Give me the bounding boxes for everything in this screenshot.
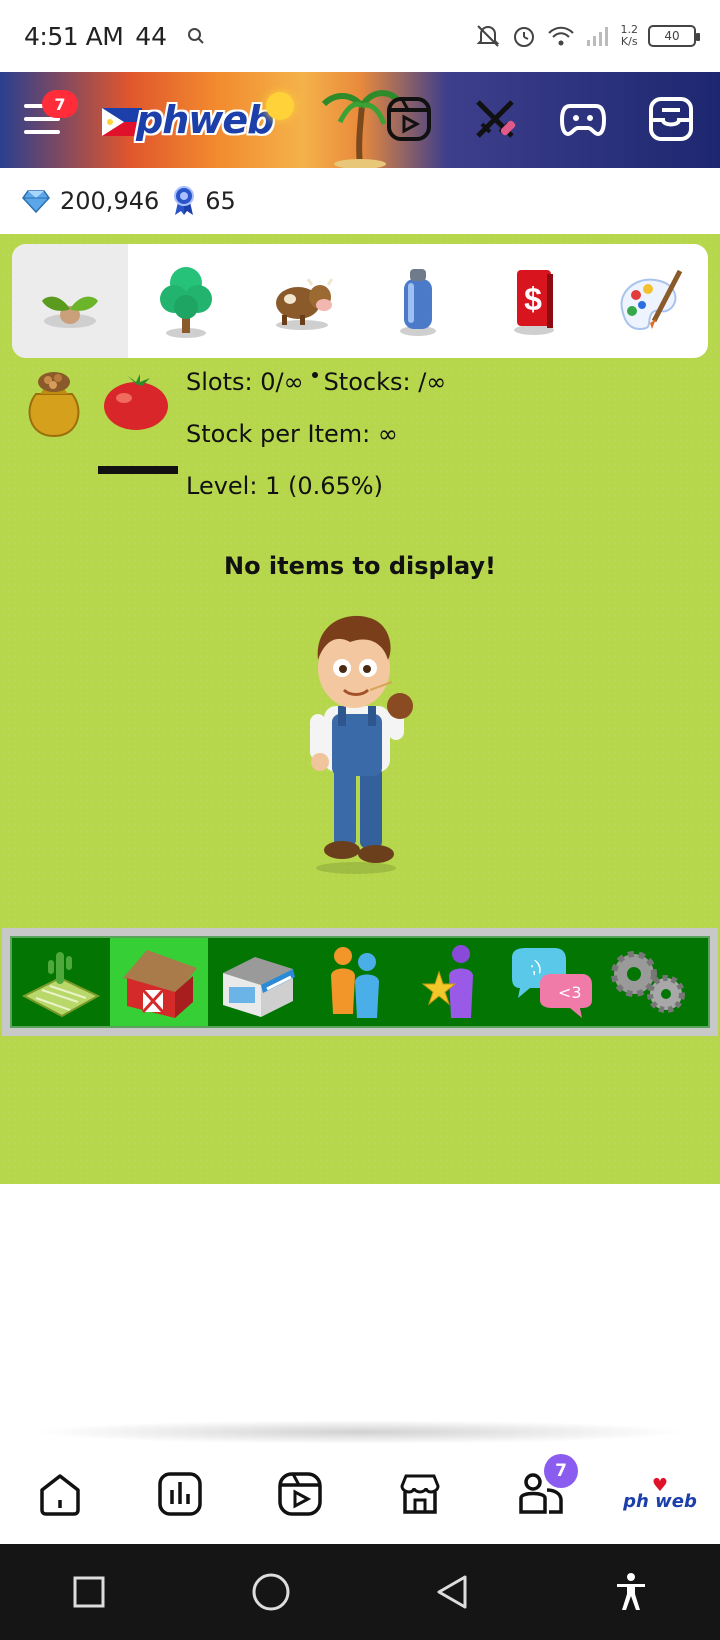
app-header: 7 phweb bbox=[0, 72, 720, 168]
friends-badge: 7 bbox=[544, 1454, 578, 1488]
status-time: 4:51 AM bbox=[24, 21, 124, 51]
signal-icon bbox=[586, 27, 608, 46]
ribbon-icon bbox=[174, 186, 195, 215]
sprout-icon bbox=[42, 296, 98, 328]
battery-level: 40 bbox=[664, 29, 680, 43]
cow-icon bbox=[276, 278, 334, 330]
swords-icon[interactable] bbox=[470, 94, 520, 144]
game-menu-barn[interactable] bbox=[110, 938, 208, 1026]
reels-icon bbox=[278, 1472, 322, 1516]
back-button[interactable] bbox=[435, 1574, 469, 1610]
people-icon bbox=[331, 947, 379, 1018]
stocks-text: Stocks: /∞ bbox=[323, 368, 447, 396]
diamond-icon bbox=[22, 190, 50, 213]
shop-icon bbox=[223, 957, 295, 1017]
alarm-icon bbox=[513, 27, 534, 47]
nav-phweb[interactable]: ♥ ph web bbox=[620, 1454, 700, 1534]
nav-reels[interactable] bbox=[260, 1454, 340, 1534]
accessibility-button[interactable] bbox=[614, 1572, 648, 1612]
search-status-icon bbox=[188, 28, 204, 44]
wifi-icon bbox=[547, 26, 574, 46]
currency-row: 200,946 65 bbox=[0, 168, 720, 234]
store-icon bbox=[400, 1474, 440, 1514]
game-menu-chat[interactable]: ;) <3 bbox=[502, 938, 600, 1026]
barn-icon bbox=[123, 950, 197, 1018]
status-extra: 44 bbox=[135, 21, 168, 51]
home-icon bbox=[40, 1474, 80, 1516]
system-nav-bar bbox=[0, 1544, 720, 1640]
farmer-character bbox=[310, 615, 413, 874]
tree-icon bbox=[160, 267, 212, 338]
dollar-card-icon: $ bbox=[514, 270, 554, 335]
svg-text:<3: <3 bbox=[558, 983, 582, 1002]
phweb-mini-logo: ♥ ph web bbox=[623, 1475, 697, 1512]
game-menu-market[interactable] bbox=[208, 938, 306, 1026]
seed-bag-icon bbox=[28, 372, 80, 438]
tomato-item-icon[interactable] bbox=[102, 370, 170, 432]
game-area: $ Slots: 0/∞ Stocks: /∞ Stock per Item: ∞… bbox=[0, 234, 720, 1184]
tab-supplies[interactable] bbox=[360, 244, 476, 358]
home-button[interactable] bbox=[251, 1572, 291, 1612]
level-text: Level: 1 (0.65%) bbox=[186, 472, 383, 500]
slots-text: Slots: 0/∞ bbox=[186, 368, 304, 396]
gears-icon bbox=[611, 951, 685, 1013]
net-speed-unit: K/s bbox=[620, 35, 638, 48]
category-tabs: $ bbox=[12, 244, 708, 358]
stats-icon bbox=[158, 1472, 202, 1516]
net-speed: 1.2 K/s bbox=[621, 24, 639, 48]
empty-message: No items to display! bbox=[223, 552, 496, 580]
menu-badge: 7 bbox=[42, 90, 78, 118]
slots-info: Slots: 0/∞ Stocks: /∞ bbox=[186, 368, 446, 396]
battery-icon: 40 bbox=[648, 25, 700, 47]
reels-icon[interactable] bbox=[384, 94, 434, 144]
canister-icon bbox=[400, 269, 436, 336]
game-menu-neighbors[interactable] bbox=[306, 938, 404, 1026]
game-menu: ;) <3 bbox=[2, 928, 718, 1036]
star-person-icon bbox=[421, 945, 473, 1018]
tab-seeds[interactable] bbox=[12, 244, 128, 358]
nav-shadow bbox=[30, 1420, 690, 1444]
tab-decorations[interactable] bbox=[592, 244, 708, 358]
bottom-nav: 7 ♥ ph web bbox=[0, 1444, 720, 1544]
selected-item-indicator bbox=[98, 466, 178, 474]
svg-text:$: $ bbox=[524, 281, 542, 317]
nav-friends[interactable]: 7 bbox=[500, 1454, 580, 1534]
ribbon-count: 65 bbox=[205, 187, 236, 215]
farm-field-icon bbox=[21, 952, 101, 1018]
game-menu-farm[interactable] bbox=[12, 938, 110, 1026]
nav-shop[interactable] bbox=[380, 1454, 460, 1534]
recents-button[interactable] bbox=[72, 1575, 106, 1609]
game-controller-icon[interactable] bbox=[558, 94, 608, 144]
stock-per-item-text: Stock per Item: ∞ bbox=[186, 420, 398, 448]
chat-bubbles-icon: ;)<3 bbox=[512, 948, 592, 1018]
nav-stats[interactable] bbox=[140, 1454, 220, 1534]
mini-logo-text: ph web bbox=[623, 1491, 697, 1512]
tab-trees[interactable] bbox=[128, 244, 244, 358]
status-bar: 4:51 AM 44 1.2 K/s 40 bbox=[0, 0, 720, 72]
logo-text: phweb bbox=[136, 98, 274, 142]
tab-cash[interactable]: $ bbox=[476, 244, 592, 358]
inbox-icon[interactable] bbox=[646, 94, 696, 144]
game-menu-achievements[interactable] bbox=[404, 938, 502, 1026]
sun-decoration bbox=[266, 92, 294, 120]
phweb-logo[interactable]: phweb bbox=[102, 98, 274, 144]
nav-home[interactable] bbox=[20, 1454, 100, 1534]
tab-animals[interactable] bbox=[244, 244, 360, 358]
diamond-count: 200,946 bbox=[60, 187, 160, 215]
mute-notifications-icon bbox=[476, 25, 499, 47]
game-menu-settings[interactable] bbox=[600, 938, 698, 1026]
paint-palette-icon bbox=[620, 269, 683, 331]
